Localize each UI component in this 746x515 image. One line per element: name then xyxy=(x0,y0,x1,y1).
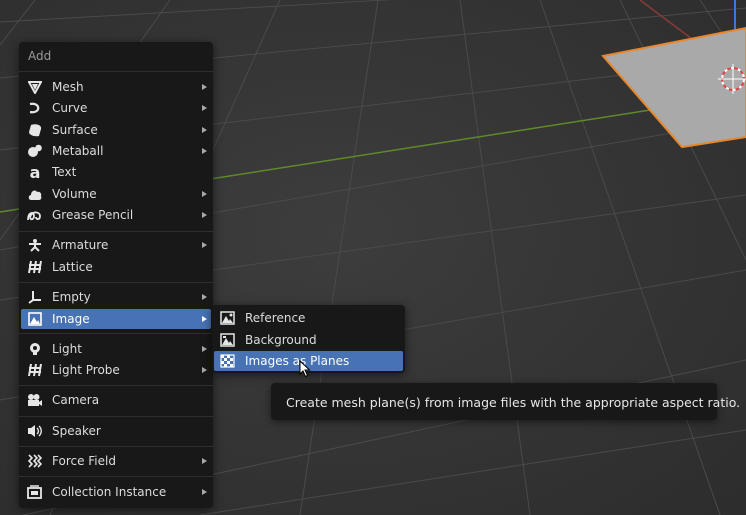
menu-item-curve[interactable]: Curve xyxy=(21,98,211,118)
submenu-item-reference[interactable]: Reference xyxy=(214,308,403,328)
menu-item-lattice[interactable]: Lattice xyxy=(21,257,211,277)
menu-separator xyxy=(19,476,213,477)
camera-icon xyxy=(26,392,43,408)
menu-item-label: Lattice xyxy=(52,260,93,274)
light-icon xyxy=(26,341,43,357)
menu-item-text[interactable]: a Text xyxy=(21,162,211,182)
menu-separator xyxy=(19,446,213,447)
submenu-arrow-icon xyxy=(202,458,207,464)
menu-item-label: Volume xyxy=(52,187,97,201)
submenu-arrow-icon xyxy=(202,212,207,218)
submenu-arrow-icon xyxy=(202,294,207,300)
mesh-icon xyxy=(26,79,43,95)
menu-separator xyxy=(19,385,213,386)
menu-item-light[interactable]: Light xyxy=(21,339,211,359)
menu-item-label: Armature xyxy=(52,238,109,252)
submenu-item-label: Background xyxy=(245,333,317,347)
svg-text:a: a xyxy=(29,165,40,179)
collection-instance-icon xyxy=(26,484,43,500)
tooltip: Create mesh plane(s) from image files wi… xyxy=(271,383,740,420)
menu-item-label: Camera xyxy=(52,393,100,407)
force-field-icon xyxy=(26,453,43,469)
image-reference-icon xyxy=(219,310,236,326)
submenu-arrow-icon xyxy=(202,191,207,197)
metaball-icon xyxy=(26,143,43,159)
menu-item-speaker[interactable]: Speaker xyxy=(21,421,211,441)
menu-item-label: Text xyxy=(52,165,77,179)
menu-item-label: Light Probe xyxy=(52,363,120,377)
image-icon xyxy=(26,311,43,327)
menu-item-grease-pencil[interactable]: Grease Pencil xyxy=(21,205,211,225)
submenu-arrow-icon xyxy=(202,127,207,133)
curve-icon xyxy=(26,100,43,116)
menu-item-armature[interactable]: Armature xyxy=(21,235,211,255)
armature-icon xyxy=(26,237,43,253)
text-icon: a xyxy=(26,164,43,180)
menu-item-label: Surface xyxy=(52,123,98,137)
menu-separator xyxy=(19,333,213,334)
submenu-arrow-icon xyxy=(202,346,207,352)
menu-item-label: Force Field xyxy=(52,454,116,468)
menu-separator xyxy=(19,71,213,72)
submenu-item-label: Reference xyxy=(245,311,306,325)
submenu-arrow-icon xyxy=(202,148,207,154)
grease-pencil-icon xyxy=(26,207,43,223)
menu-item-label: Image xyxy=(52,312,90,326)
menu-item-label: Metaball xyxy=(52,144,104,158)
menu-title: Add xyxy=(28,49,52,63)
menu-item-label: Mesh xyxy=(52,80,84,94)
menu-item-metaball[interactable]: Metaball xyxy=(21,141,211,161)
menu-item-label: Empty xyxy=(52,290,91,304)
submenu-arrow-icon xyxy=(202,316,207,322)
menu-item-label: Light xyxy=(52,342,82,356)
menu-item-empty[interactable]: Empty xyxy=(21,287,211,307)
submenu-item-background[interactable]: Background xyxy=(214,330,403,350)
menu-item-label: Curve xyxy=(52,101,88,115)
image-background-icon xyxy=(219,332,236,348)
menu-item-light-probe[interactable]: Light Probe xyxy=(21,360,211,380)
menu-separator xyxy=(19,416,213,417)
light-probe-icon xyxy=(26,362,43,378)
submenu-arrow-icon xyxy=(202,367,207,373)
menu-item-label: Collection Instance xyxy=(52,485,167,499)
empty-icon xyxy=(26,289,43,305)
submenu-arrow-icon xyxy=(202,84,207,90)
speaker-icon xyxy=(26,423,43,439)
submenu-arrow-icon xyxy=(202,489,207,495)
surface-icon xyxy=(26,122,43,138)
submenu-item-label: Images as Planes xyxy=(245,354,350,368)
menu-item-volume[interactable]: Volume xyxy=(21,184,211,204)
volume-icon xyxy=(26,186,43,202)
menu-item-force-field[interactable]: Force Field xyxy=(21,451,211,471)
menu-item-camera[interactable]: Camera xyxy=(21,390,211,410)
add-menu: Add Mesh Curve Surface Metaball a Text V… xyxy=(19,42,213,508)
lattice-icon xyxy=(26,259,43,275)
menu-separator xyxy=(19,282,213,283)
menu-item-mesh[interactable]: Mesh xyxy=(21,77,211,97)
menu-item-label: Grease Pencil xyxy=(52,208,134,222)
mouse-cursor-icon xyxy=(299,360,311,378)
menu-item-collection-instance[interactable]: Collection Instance xyxy=(21,482,211,502)
menu-separator xyxy=(19,231,213,232)
submenu-arrow-icon xyxy=(202,242,207,248)
menu-item-label: Speaker xyxy=(52,424,101,438)
submenu-arrow-icon xyxy=(202,105,207,111)
menu-item-image[interactable]: Image xyxy=(21,309,211,329)
checker-image-icon xyxy=(219,353,236,369)
tooltip-text: Create mesh plane(s) from image files wi… xyxy=(286,395,741,410)
menu-item-surface[interactable]: Surface xyxy=(21,120,211,140)
